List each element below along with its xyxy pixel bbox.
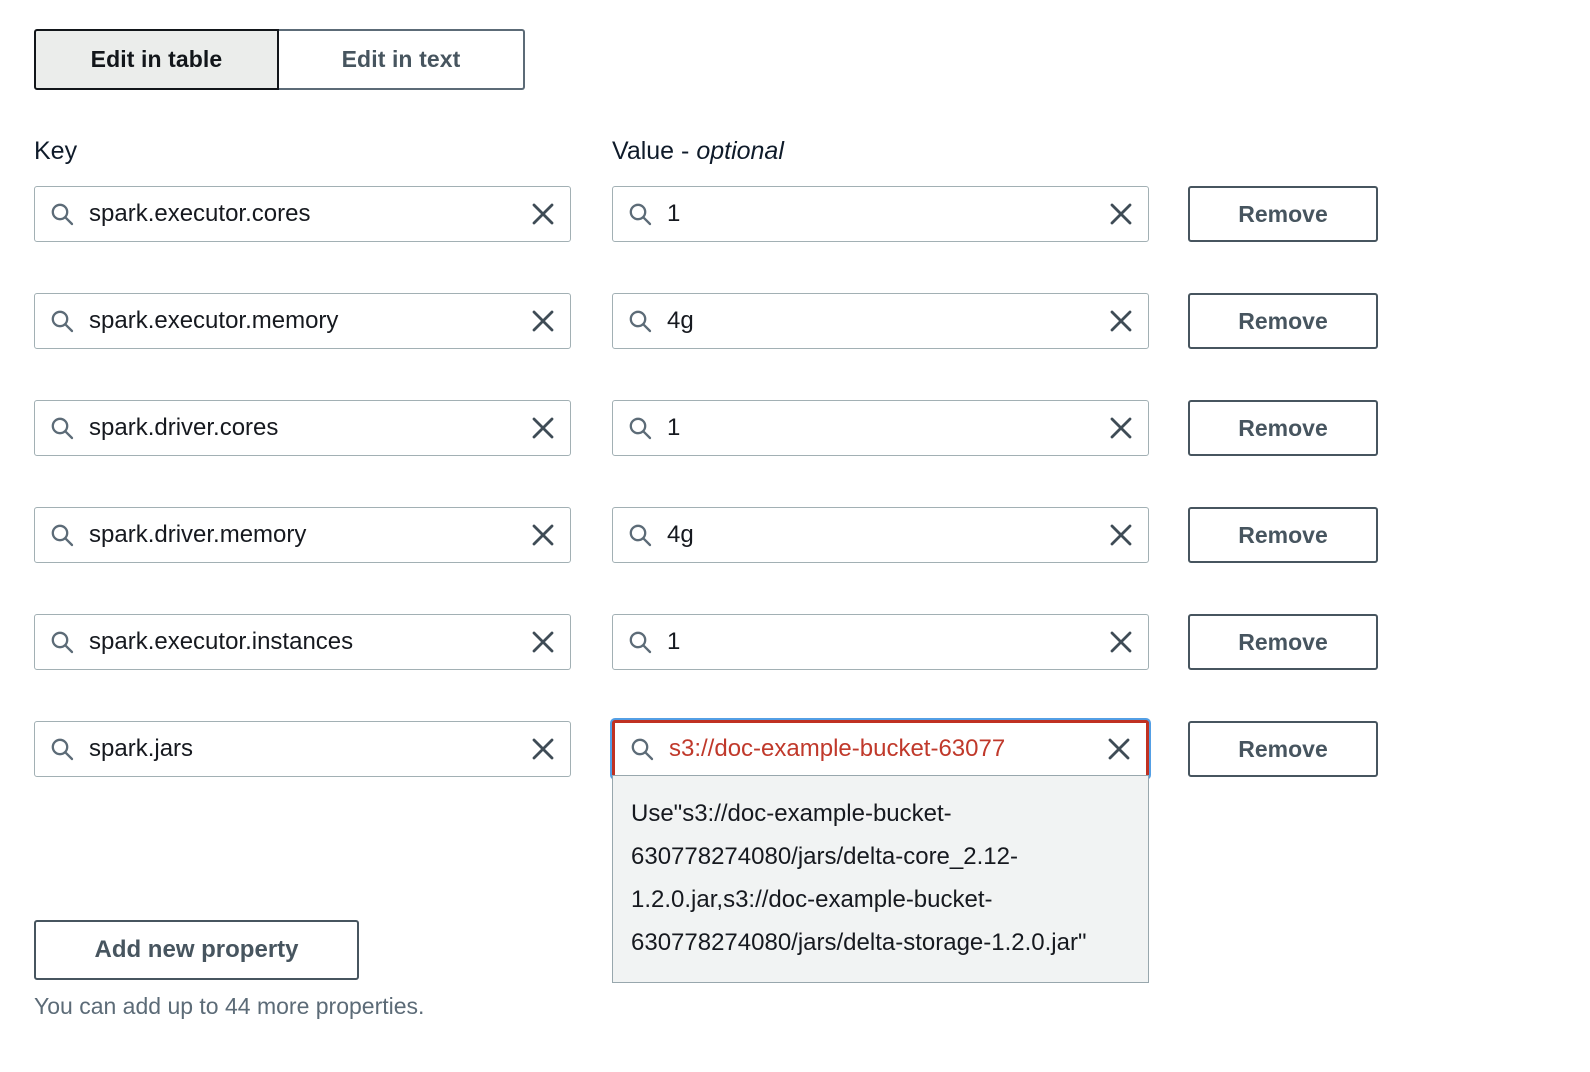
edit-mode-segmented-control: Edit in table Edit in text [34, 29, 525, 90]
search-icon [49, 201, 75, 227]
close-icon[interactable] [1106, 306, 1136, 336]
table-row: spark.executor.memory 4g Remove [0, 293, 1590, 400]
key-input-1-value: spark.executor.memory [89, 309, 339, 333]
search-icon [49, 522, 75, 548]
key-column-header: Key [34, 137, 78, 165]
value-input-0[interactable]: 1 [612, 186, 1149, 242]
key-input-4[interactable]: spark.executor.instances [34, 614, 571, 670]
key-input-2-value: spark.driver.cores [89, 416, 279, 440]
search-icon [627, 415, 653, 441]
property-rows: spark.executor.cores 1 Remove spark.exec… [0, 186, 1590, 828]
close-icon[interactable] [1104, 734, 1134, 764]
close-icon[interactable] [1106, 520, 1136, 550]
key-input-0[interactable]: spark.executor.cores [34, 186, 571, 242]
remove-button-1[interactable]: Remove [1188, 293, 1378, 349]
remove-button-0[interactable]: Remove [1188, 186, 1378, 242]
close-icon[interactable] [1106, 627, 1136, 657]
table-row: spark.driver.cores 1 Remove [0, 400, 1590, 507]
value-input-3[interactable]: 4g [612, 507, 1149, 563]
table-row: spark.driver.memory 4g Remove [0, 507, 1590, 614]
value-suggestion-option[interactable]: Use"s3://doc-example-bucket-630778274080… [631, 800, 1087, 956]
close-icon[interactable] [528, 627, 558, 657]
value-column-header: Value - optional [612, 137, 784, 166]
value-input-4-value: 1 [667, 630, 681, 654]
key-input-5[interactable]: spark.jars [34, 721, 571, 777]
value-suggestion-dropdown[interactable]: Use"s3://doc-example-bucket-630778274080… [612, 775, 1149, 983]
key-input-5-value: spark.jars [89, 737, 194, 761]
search-icon [49, 415, 75, 441]
tab-edit-in-text[interactable]: Edit in text [279, 29, 525, 90]
close-icon[interactable] [528, 199, 558, 229]
value-input-4[interactable]: 1 [612, 614, 1149, 670]
value-input-0-value: 1 [667, 202, 681, 226]
remove-button-2[interactable]: Remove [1188, 400, 1378, 456]
value-column-header-text: Value - [612, 137, 697, 165]
value-input-3-value: 4g [667, 523, 694, 547]
tab-edit-in-table[interactable]: Edit in table [34, 29, 279, 90]
search-icon [627, 522, 653, 548]
value-input-1-value: 4g [667, 309, 694, 333]
search-icon [627, 629, 653, 655]
key-input-1[interactable]: spark.executor.memory [34, 293, 571, 349]
remove-button-5[interactable]: Remove [1188, 721, 1378, 777]
close-icon[interactable] [528, 520, 558, 550]
key-input-0-value: spark.executor.cores [89, 202, 311, 226]
remove-button-4[interactable]: Remove [1188, 614, 1378, 670]
tab-edit-in-text-label: Edit in text [341, 46, 461, 72]
close-icon[interactable] [528, 734, 558, 764]
key-input-2[interactable]: spark.driver.cores [34, 400, 571, 456]
table-row: spark.executor.instances 1 Remove [0, 614, 1590, 721]
search-icon [49, 736, 75, 762]
value-input-5[interactable]: s3://doc-example-bucket-63077 [612, 720, 1149, 778]
remove-button-3[interactable]: Remove [1188, 507, 1378, 563]
key-input-3-value: spark.driver.memory [89, 523, 307, 547]
value-input-5-value: s3://doc-example-bucket-63077 [669, 737, 1006, 761]
spark-properties-editor: Edit in table Edit in text Key Value - o… [0, 0, 1590, 1072]
key-input-3[interactable]: spark.driver.memory [34, 507, 571, 563]
value-column-optional-label: optional [696, 137, 784, 165]
search-icon [49, 629, 75, 655]
close-icon[interactable] [528, 306, 558, 336]
property-limit-hint: You can add up to 44 more properties. [34, 993, 425, 1019]
search-icon [627, 201, 653, 227]
value-input-2-value: 1 [667, 416, 681, 440]
search-icon [629, 736, 655, 762]
table-row: spark.executor.cores 1 Remove [0, 186, 1590, 293]
close-icon[interactable] [1106, 199, 1136, 229]
value-input-1[interactable]: 4g [612, 293, 1149, 349]
search-icon [627, 308, 653, 334]
close-icon[interactable] [1106, 413, 1136, 443]
close-icon[interactable] [528, 413, 558, 443]
search-icon [49, 308, 75, 334]
tab-edit-in-table-label: Edit in table [90, 46, 223, 72]
key-input-4-value: spark.executor.instances [89, 630, 354, 654]
add-new-property-button[interactable]: Add new property [34, 920, 359, 980]
value-input-2[interactable]: 1 [612, 400, 1149, 456]
